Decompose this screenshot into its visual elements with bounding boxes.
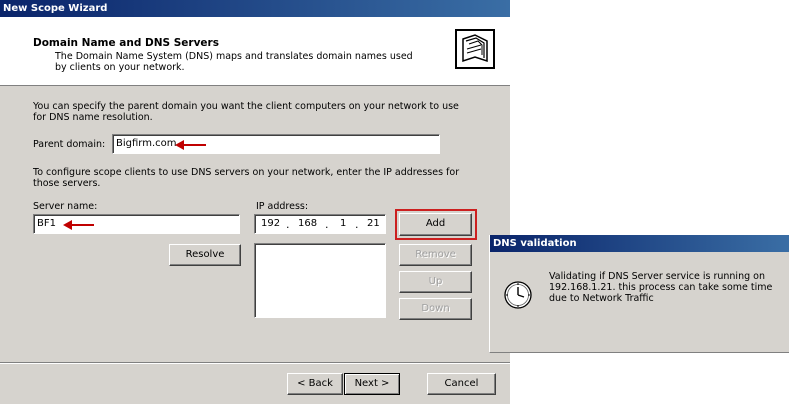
ip-address-label: IP address: bbox=[256, 201, 309, 212]
footer-separator bbox=[0, 362, 510, 364]
annotation-arrow-server-name bbox=[63, 220, 94, 230]
ip-address-input[interactable]: 192 . 168 . 1 . 21 bbox=[254, 214, 386, 234]
ip-dot: . bbox=[355, 218, 359, 231]
next-button[interactable]: Next > bbox=[344, 373, 400, 395]
add-button[interactable]: Add bbox=[399, 213, 472, 236]
ip-dot: . bbox=[286, 218, 290, 231]
wizard-books-icon bbox=[455, 29, 495, 69]
parent-domain-input[interactable]: Bigfirm.com bbox=[112, 134, 440, 154]
down-button[interactable]: Down bbox=[399, 298, 472, 320]
server-name-label: Server name: bbox=[33, 201, 98, 212]
dns-validation-dialog: DNS validation Validating if DNS Server … bbox=[489, 235, 789, 353]
up-button[interactable]: Up bbox=[399, 271, 472, 293]
parent-domain-label: Parent domain: bbox=[33, 139, 106, 150]
remove-button[interactable]: Remove bbox=[399, 244, 472, 266]
back-button[interactable]: < Back bbox=[287, 373, 343, 395]
wizard-title-bar: New Scope Wizard bbox=[0, 0, 510, 17]
wizard-header: Domain Name and DNS Servers The Domain N… bbox=[0, 17, 510, 86]
resolve-button[interactable]: Resolve bbox=[169, 244, 241, 266]
ip-octet-3: 1 bbox=[340, 218, 347, 229]
ip-octet-1: 192 bbox=[261, 218, 281, 229]
intro-text: You can specify the parent domain you wa… bbox=[33, 101, 459, 123]
annotation-arrow-parent-domain bbox=[175, 140, 206, 150]
new-scope-wizard-window: New Scope Wizard Domain Name and DNS Ser… bbox=[0, 0, 510, 404]
dns-validation-message: Validating if DNS Server service is runn… bbox=[549, 271, 773, 304]
dns-validation-title-bar: DNS validation bbox=[490, 235, 789, 252]
dns-servers-text: To configure scope clients to use DNS se… bbox=[33, 167, 460, 189]
ip-dot: . bbox=[325, 218, 329, 231]
ip-octet-4: 21 bbox=[367, 218, 380, 229]
dns-server-list[interactable] bbox=[254, 243, 386, 318]
header-title: Domain Name and DNS Servers bbox=[33, 37, 219, 49]
cancel-button[interactable]: Cancel bbox=[427, 373, 496, 395]
clock-icon bbox=[503, 280, 533, 310]
ip-octet-2: 168 bbox=[298, 218, 318, 229]
header-description: The Domain Name System (DNS) maps and tr… bbox=[55, 51, 413, 73]
